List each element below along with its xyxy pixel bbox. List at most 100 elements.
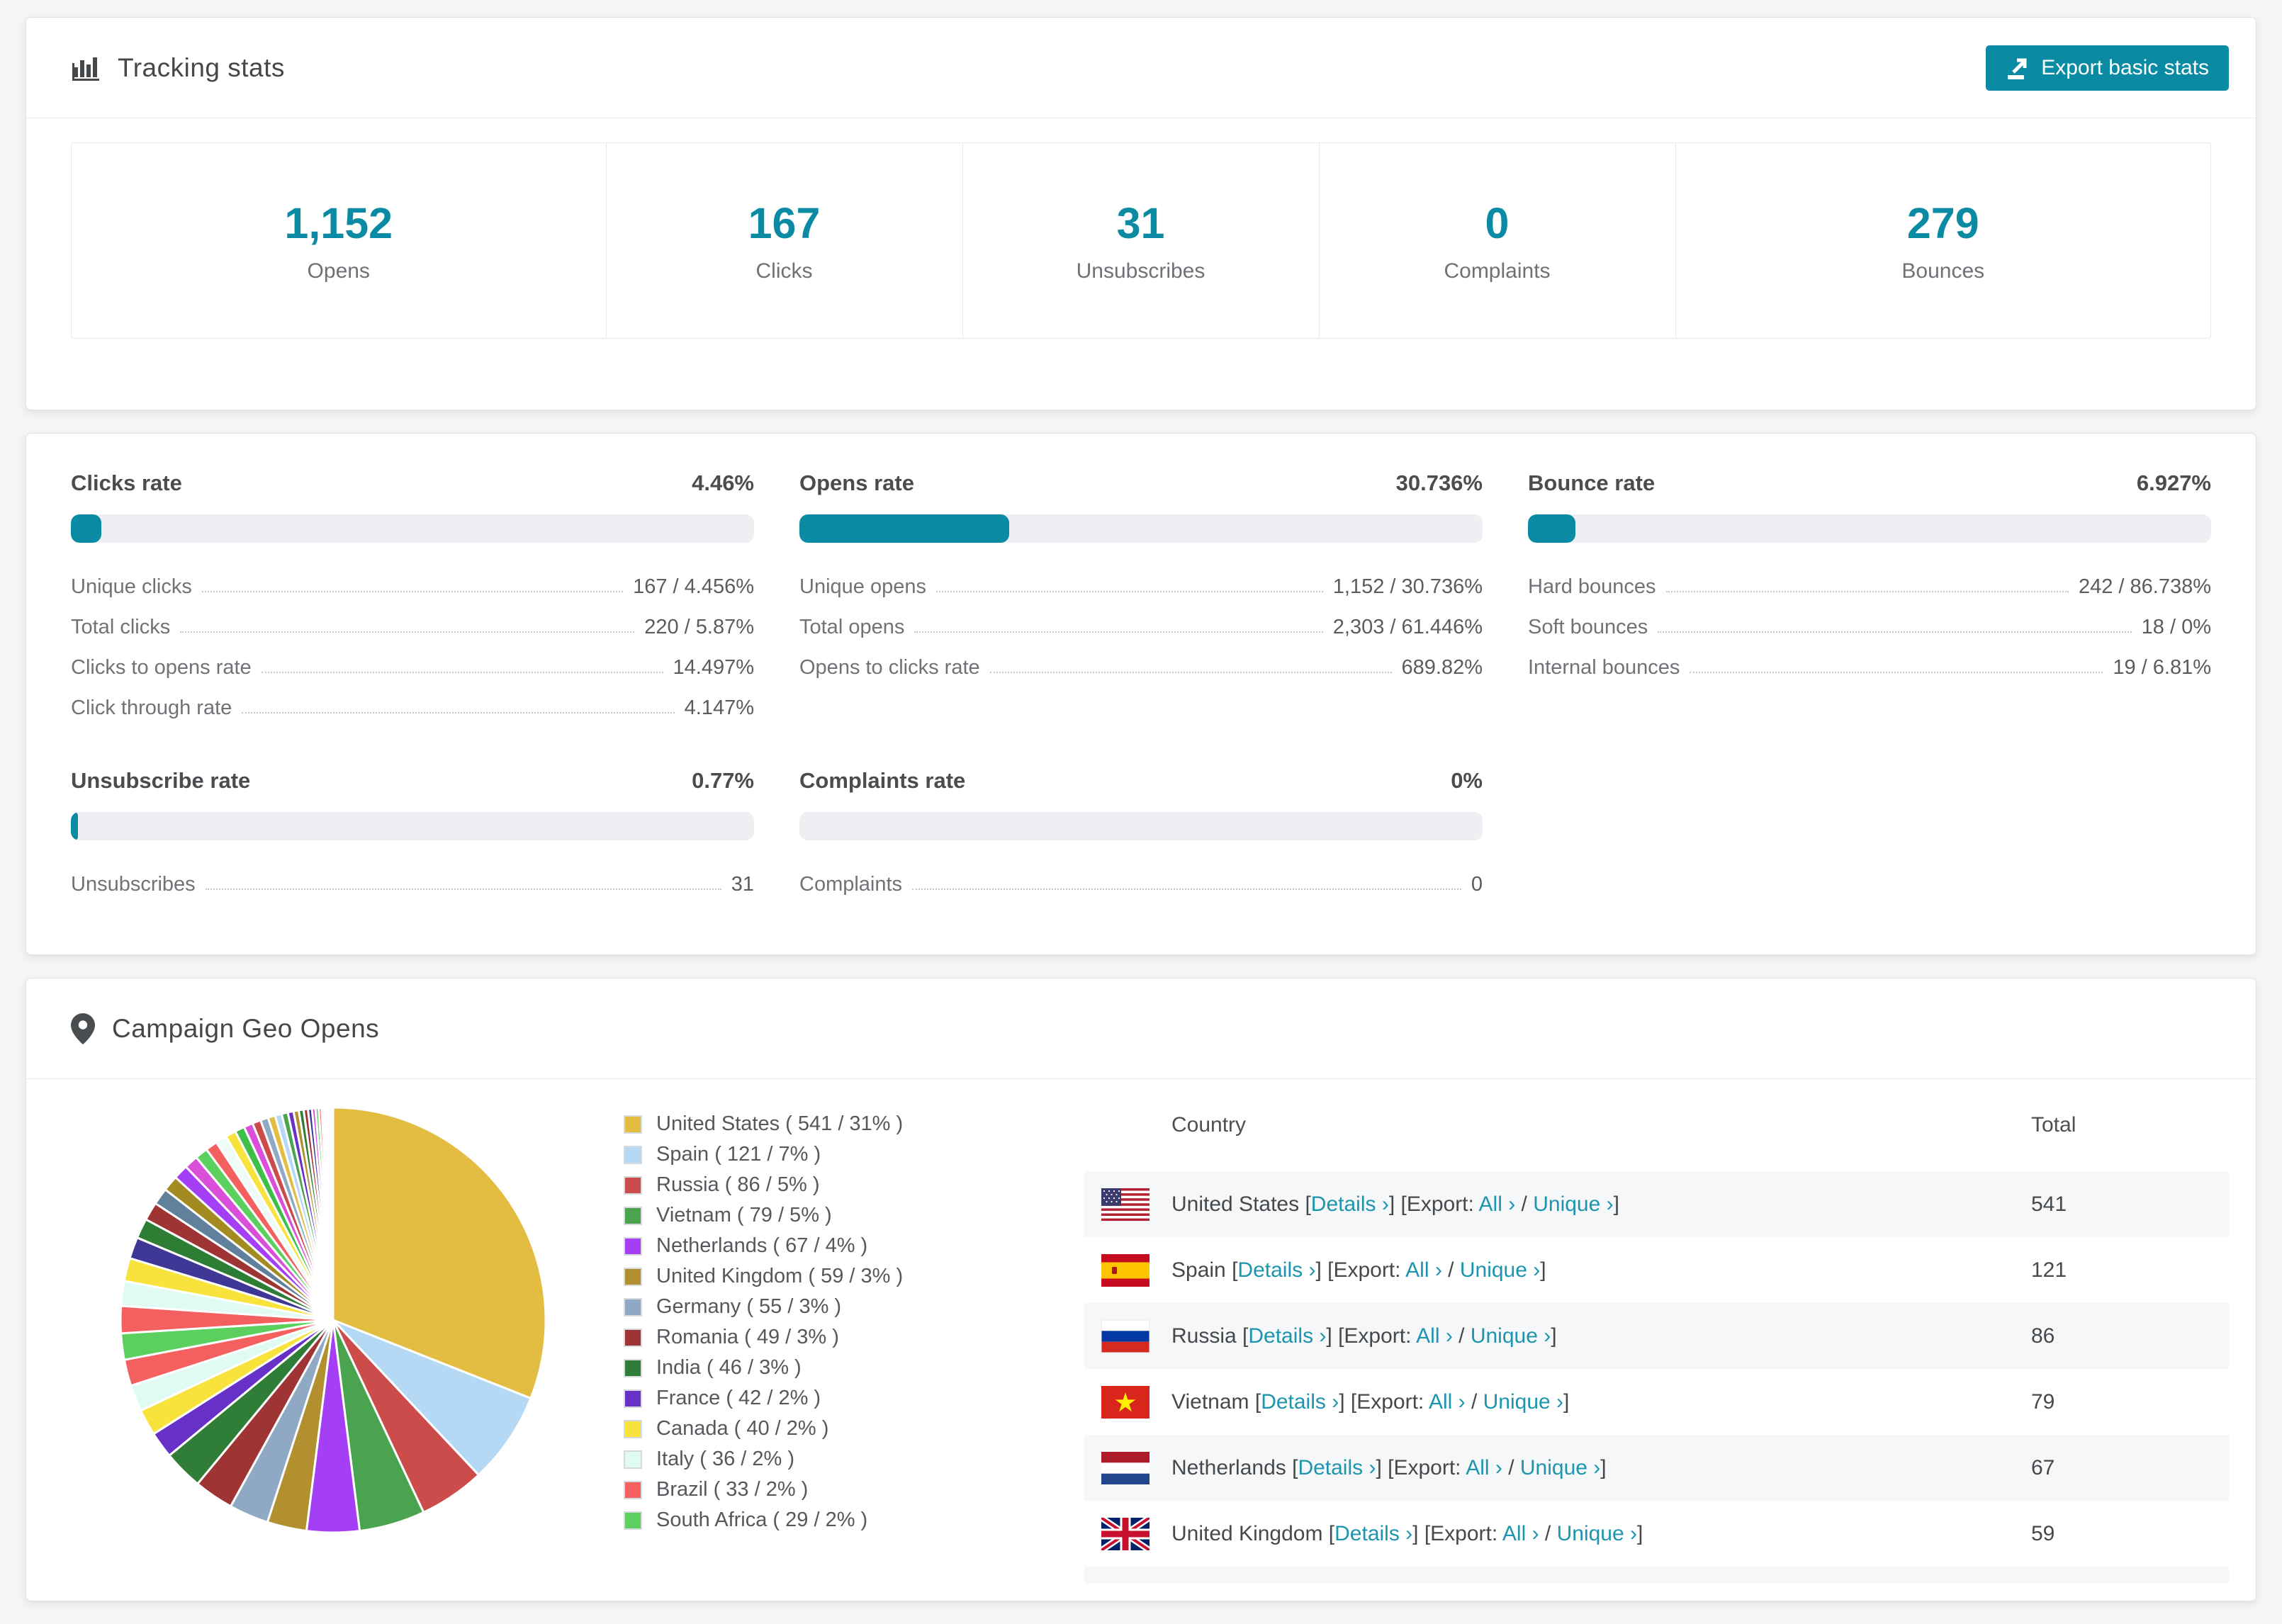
- export-unique-link[interactable]: Unique ›: [1471, 1324, 1551, 1348]
- legend-label: Canada ( 40 / 2% ): [656, 1417, 829, 1440]
- map-pin-icon: [71, 1013, 95, 1044]
- flag-column-header: [1084, 1079, 1171, 1171]
- summary-stat-label: Complaints: [1444, 259, 1551, 283]
- export-all-link[interactable]: All ›: [1405, 1258, 1442, 1282]
- rate-detail-label: Complaints: [799, 873, 903, 896]
- details-link[interactable]: Details ›: [1261, 1390, 1339, 1414]
- legend-color-chip: [624, 1115, 642, 1134]
- legend-item-france[interactable]: France ( 42 / 2% ): [624, 1383, 1063, 1414]
- rate-detail-row: Total opens 2,303 / 61.446%: [799, 602, 1483, 642]
- rate-detail-value: 220 / 5.87%: [644, 616, 754, 638]
- rate-detail-label: Soft bounces: [1528, 616, 1648, 638]
- flag-cell: [1084, 1501, 1171, 1567]
- legend-item-brazil[interactable]: Brazil ( 33 / 2% ): [624, 1474, 1063, 1505]
- legend-item-italy[interactable]: Italy ( 36 / 2% ): [624, 1444, 1063, 1474]
- rate-value: 0.77%: [692, 768, 754, 793]
- rate-detail-value: 167 / 4.456%: [633, 575, 754, 598]
- legend-item-russia[interactable]: Russia ( 86 / 5% ): [624, 1170, 1063, 1200]
- details-link[interactable]: Details ›: [1334, 1522, 1412, 1545]
- legend-label: Netherlands ( 67 / 4% ): [656, 1234, 868, 1257]
- summary-stat-label: Unsubscribes: [1076, 259, 1205, 283]
- pie-slice-other-36[interactable]: [331, 1106, 335, 1321]
- rate-block-opens-rate: Opens rate 30.736% Unique opens 1,152 / 30.…: [799, 470, 1483, 723]
- rate-detail-row: Unsubscribes 31: [71, 859, 754, 899]
- legend-item-germany[interactable]: Germany ( 55 / 3% ): [624, 1292, 1063, 1322]
- export-button-label: Export basic stats: [2041, 55, 2209, 79]
- total-cell: 79: [2031, 1389, 2055, 1414]
- summary-stat-value: 167: [748, 198, 821, 247]
- geo-table-wrap: Country Total United States [Details ›] …: [1084, 1079, 2229, 1584]
- summary-stat-complaints: 0 Complaints: [1320, 143, 1676, 338]
- export-basic-stats-button[interactable]: Export basic stats: [1986, 45, 2229, 91]
- country-name: United States: [1171, 1192, 1300, 1216]
- country-name: Spain: [1171, 1258, 1226, 1282]
- rate-progressbar-fill: [71, 812, 78, 840]
- export-all-link[interactable]: All ›: [1416, 1324, 1453, 1348]
- geo-table-row-united-kingdom: United Kingdom [Details ›] [Export: All …: [1084, 1501, 2229, 1567]
- details-link[interactable]: Details ›: [1311, 1192, 1389, 1216]
- tracking-stats-title: Tracking stats: [118, 52, 285, 82]
- rate-title: Bounce rate: [1528, 470, 1656, 495]
- export-all-link[interactable]: All ›: [1479, 1192, 1516, 1216]
- dotted-leader: [912, 889, 1461, 890]
- dotted-leader: [1658, 631, 2132, 633]
- rate-detail-label: Unique clicks: [71, 575, 192, 598]
- legend-item-united-states[interactable]: United States ( 541 / 31% ): [624, 1109, 1063, 1139]
- rate-detail-rows: Unique opens 1,152 / 30.736% Total opens 2,…: [799, 561, 1483, 682]
- legend-item-romania[interactable]: Romania ( 49 / 3% ): [624, 1322, 1063, 1353]
- rate-detail-value: 18 / 0%: [2141, 616, 2211, 638]
- legend-label: Brazil ( 33 / 2% ): [656, 1478, 809, 1501]
- geo-pie-chart: [71, 1079, 595, 1547]
- rate-title: Unsubscribe rate: [71, 768, 251, 793]
- details-link[interactable]: Details ›: [1237, 1258, 1315, 1282]
- rate-title: Opens rate: [799, 470, 914, 495]
- rate-value: 30.736%: [1395, 470, 1483, 495]
- legend-item-south-africa[interactable]: South Africa ( 29 / 2% ): [624, 1505, 1063, 1535]
- geo-table-row-netherlands: Netherlands [Details ›] [Export: All › /…: [1084, 1435, 2229, 1501]
- flag-cell: [1084, 1237, 1171, 1303]
- summary-stats-box: 1,152 Opens 167 Clicks 31 Unsubscribes 0 Compla…: [71, 142, 2211, 339]
- dotted-leader: [261, 672, 663, 673]
- legend-item-netherlands[interactable]: Netherlands ( 67 / 4% ): [624, 1231, 1063, 1261]
- rate-progressbar: [799, 812, 1483, 840]
- rate-detail-row: Soft bounces 18 / 0%: [1528, 602, 2211, 642]
- rate-title: Complaints rate: [799, 768, 966, 793]
- legend-color-chip: [624, 1328, 642, 1347]
- dotted-leader: [180, 631, 635, 633]
- export-unique-link[interactable]: Unique ›: [1557, 1522, 1637, 1545]
- rate-detail-row: Unique clicks 167 / 4.456%: [71, 561, 754, 602]
- rate-head: Complaints rate 0%: [799, 768, 1483, 794]
- legend-item-united-kingdom[interactable]: United Kingdom ( 59 / 3% ): [624, 1261, 1063, 1292]
- total-cell: 121: [2031, 1258, 2067, 1282]
- dotted-leader: [1665, 591, 2069, 592]
- country-cell: Spain [Details ›] [Export: All › / Uniqu…: [1171, 1258, 1546, 1282]
- total-cell: 59: [2031, 1521, 2055, 1545]
- total-cell: 86: [2031, 1324, 2055, 1348]
- summary-stat-unsubscribes: 31 Unsubscribes: [963, 143, 1320, 338]
- legend-item-india[interactable]: India ( 46 / 3% ): [624, 1353, 1063, 1383]
- geo-body: United States ( 541 / 31% ) Spain ( 121 /…: [26, 1079, 2256, 1601]
- legend-item-canada[interactable]: Canada ( 40 / 2% ): [624, 1414, 1063, 1444]
- export-all-link[interactable]: All ›: [1429, 1390, 1466, 1414]
- country-name: Vietnam: [1171, 1389, 1249, 1414]
- export-unique-link[interactable]: Unique ›: [1533, 1192, 1613, 1216]
- dashboard-page: Tracking stats Export basic stats 1,152 O…: [0, 0, 2282, 1601]
- country-column-header: Country: [1171, 1113, 1247, 1137]
- flag-icon-us: [1101, 1188, 1170, 1221]
- summary-stat-label: Clicks: [755, 259, 813, 283]
- tracking-stats-header: Tracking stats Export basic stats: [26, 18, 2256, 118]
- legend-item-spain[interactable]: Spain ( 121 / 7% ): [624, 1139, 1063, 1170]
- export-unique-link[interactable]: Unique ›: [1483, 1390, 1563, 1414]
- legend-item-vietnam[interactable]: Vietnam ( 79 / 5% ): [624, 1200, 1063, 1231]
- flag-cell: [1084, 1435, 1171, 1501]
- export-unique-link[interactable]: Unique ›: [1460, 1258, 1540, 1282]
- export-all-link[interactable]: All ›: [1502, 1522, 1539, 1545]
- export-icon: [2006, 56, 2030, 80]
- export-all-link[interactable]: All ›: [1466, 1456, 1502, 1479]
- country-cell: United States [Details ›] [Export: All ›…: [1171, 1192, 1619, 1216]
- dotted-leader: [935, 591, 1323, 592]
- export-unique-link[interactable]: Unique ›: [1520, 1456, 1600, 1479]
- details-link[interactable]: Details ›: [1248, 1324, 1326, 1348]
- details-link[interactable]: Details ›: [1298, 1456, 1376, 1479]
- legend-label: Italy ( 36 / 2% ): [656, 1448, 795, 1470]
